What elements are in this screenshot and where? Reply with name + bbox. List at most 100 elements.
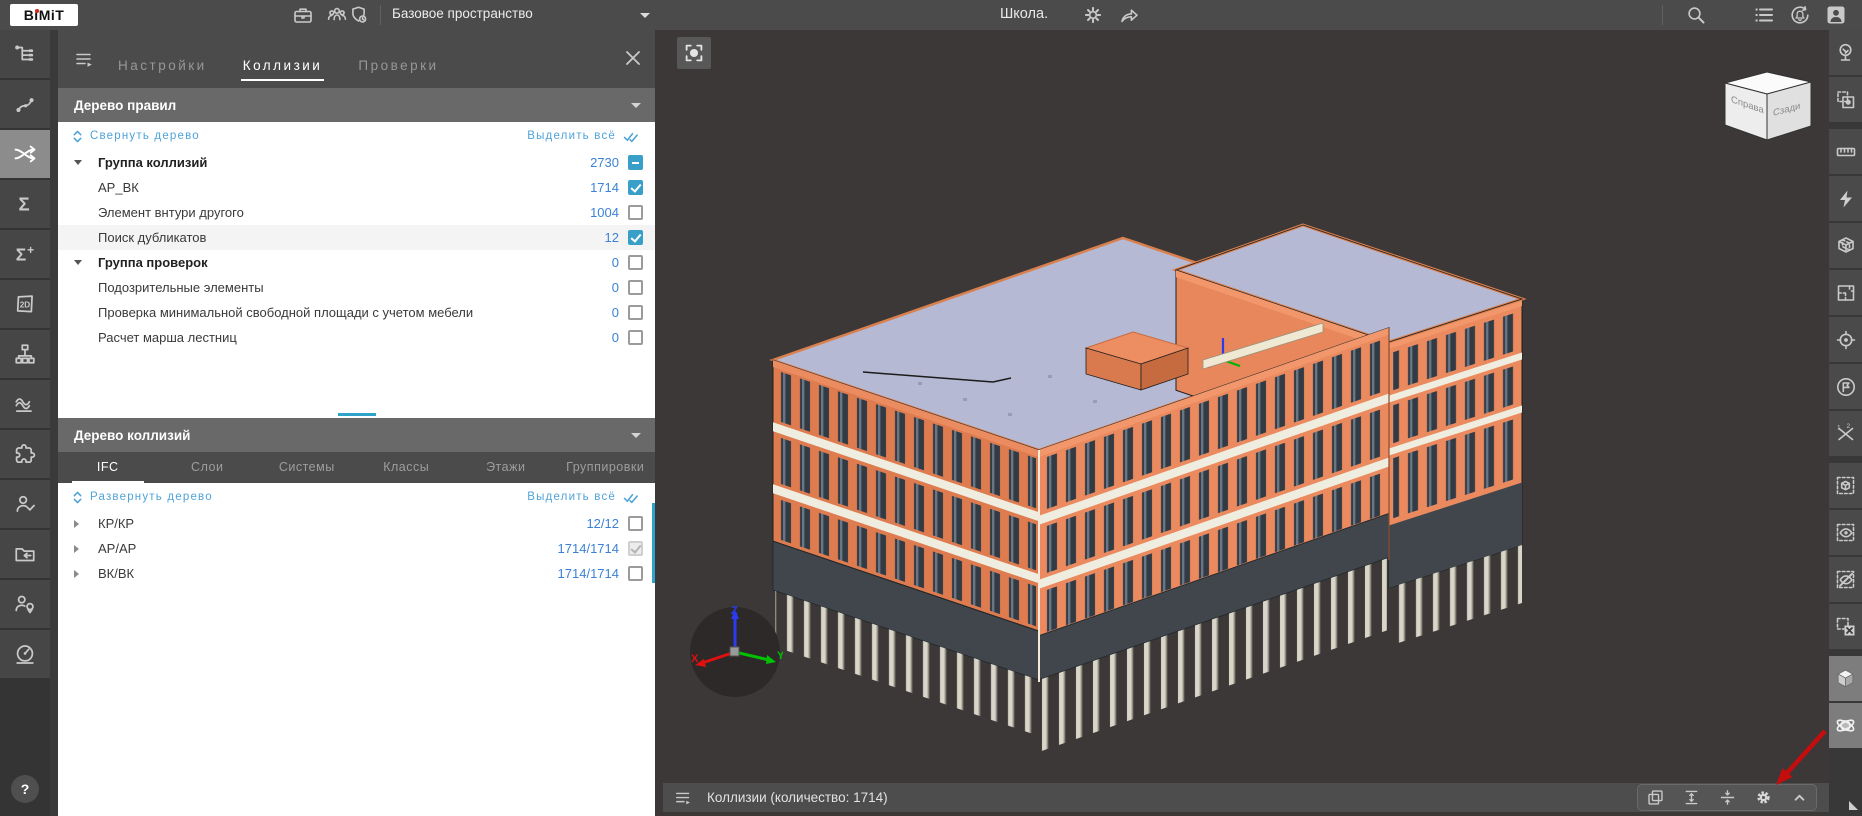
account-icon[interactable] (1825, 4, 1847, 26)
tab-checks[interactable]: Проверки (356, 38, 440, 81)
folder-import-icon[interactable] (0, 530, 50, 578)
rules-tree-row[interactable]: Подозрительные элементы 0 (58, 275, 655, 300)
rules-tree-header[interactable]: Дерево правил (58, 88, 655, 122)
panel-resize-handle[interactable] (338, 413, 376, 416)
panel-menu-icon[interactable] (74, 49, 96, 71)
rule-checkbox[interactable] (628, 230, 643, 245)
team-icon[interactable] (326, 4, 348, 26)
rules-tree-row[interactable]: Группа коллизий 2730 (58, 150, 655, 175)
sum-icon[interactable]: Σ (0, 180, 50, 228)
search-icon[interactable] (1685, 4, 1707, 26)
collisions-tree-row[interactable]: ВК/ВК 1714/1714 (58, 561, 655, 586)
rule-checkbox[interactable] (628, 180, 643, 195)
clear-selection-icon[interactable] (1829, 604, 1862, 649)
copy-icon[interactable] (1644, 787, 1666, 809)
close-icon[interactable] (625, 50, 641, 66)
expand-tree-link[interactable]: Развернуть дерево (72, 490, 213, 505)
path-nodes-icon[interactable] (0, 80, 50, 128)
chevron-down-icon[interactable] (631, 103, 641, 108)
rules-tree-row[interactable]: Расчет марша лестниц 0 (58, 325, 655, 350)
tab-collisions[interactable]: Коллизии (241, 38, 325, 81)
tab-floors[interactable]: Этажи (456, 452, 556, 483)
workspace-selector[interactable]: Базовое пространство (392, 6, 533, 21)
rules-tree-row[interactable]: Поиск дубликатов 12 (58, 225, 655, 250)
rule-checkbox[interactable] (628, 205, 643, 220)
caret-down-icon[interactable] (74, 260, 88, 265)
briefcase-icon[interactable] (292, 4, 314, 26)
dashboard-icon[interactable] (0, 630, 50, 678)
panel-scrollbar[interactable] (652, 503, 655, 583)
rules-tree-row[interactable]: Группа проверок 0 (58, 250, 655, 275)
viewport-3d[interactable]: Справа Сзади Z X Y Коллизии (количество:… (663, 30, 1829, 816)
node-checkbox[interactable] (628, 541, 643, 556)
help-button[interactable]: ? (11, 775, 39, 803)
collisions-tree-row[interactable]: КР/КР 12/12 (58, 511, 655, 536)
ruler-icon[interactable] (1829, 129, 1862, 174)
shield-icon[interactable] (348, 4, 370, 26)
node-checkbox[interactable] (628, 566, 643, 581)
rule-checkbox[interactable] (628, 255, 643, 270)
rules-tree-row[interactable]: Проверка минимальной свободной площади с… (58, 300, 655, 325)
hide-eye-icon[interactable] (1829, 557, 1862, 602)
list-icon[interactable] (1753, 4, 1775, 26)
select-all-link[interactable]: Выделить всё (527, 130, 641, 143)
tab-ifc[interactable]: IFC (58, 452, 158, 483)
rule-checkbox[interactable] (628, 330, 643, 345)
flag-icon[interactable] (1829, 364, 1862, 409)
tab-groupings[interactable]: Группировки (556, 452, 656, 483)
plugins-icon[interactable] (0, 430, 50, 478)
floor-plan-icon[interactable] (1829, 270, 1862, 315)
flash-icon[interactable] (1829, 176, 1862, 221)
caret-right-icon[interactable] (74, 545, 88, 553)
select-similar-icon[interactable] (1829, 77, 1862, 122)
dimensions-icon[interactable]: 12 (1829, 411, 1862, 456)
rule-checkbox[interactable] (628, 155, 643, 170)
scheme-icon[interactable] (0, 330, 50, 378)
app-logo[interactable]: BiMiT (10, 4, 78, 26)
status-menu-icon[interactable] (673, 787, 695, 809)
show-eye-icon[interactable] (1829, 510, 1862, 555)
rules-tree-row[interactable]: Элемент внтури другого 1004 (58, 200, 655, 225)
tab-layers[interactable]: Слои (158, 452, 258, 483)
caret-down-icon[interactable] (74, 160, 88, 165)
user-check-icon[interactable] (0, 480, 50, 528)
chevron-down-icon[interactable] (640, 13, 650, 18)
settings-gear-icon[interactable] (1082, 4, 1104, 26)
user-location-icon[interactable] (0, 580, 50, 628)
section-box-icon[interactable] (1829, 223, 1862, 268)
navigation-cube[interactable]: Справа Сзади (1721, 68, 1831, 148)
clash-detection-icon[interactable] (0, 130, 50, 178)
notifications-icon[interactable] (1789, 4, 1811, 26)
rule-label: АР_ВК (88, 180, 590, 195)
tree-icon[interactable] (1829, 30, 1862, 75)
share-icon[interactable] (1118, 4, 1140, 26)
axis-gizmo[interactable]: Z X Y (687, 602, 783, 698)
sum-add-icon[interactable]: Σ+ (0, 230, 50, 278)
locate-icon[interactable] (1829, 317, 1862, 362)
node-checkbox[interactable] (628, 516, 643, 531)
split-icon[interactable] (1716, 787, 1738, 809)
chevron-down-icon[interactable] (631, 433, 641, 438)
model-tree-icon[interactable] (0, 30, 50, 78)
fit-view-button[interactable] (677, 37, 711, 69)
tab-classes[interactable]: Классы (357, 452, 457, 483)
node-count: 1714/1714 (558, 566, 619, 581)
select-all-link[interactable]: Выделить всё (527, 491, 641, 504)
collisions-tree-header[interactable]: Дерево коллизий (58, 418, 655, 452)
rule-checkbox[interactable] (628, 305, 643, 320)
isolate-icon[interactable] (1829, 463, 1862, 508)
rule-checkbox[interactable] (628, 280, 643, 295)
tab-systems[interactable]: Системы (257, 452, 357, 483)
tab-settings[interactable]: Настройки (116, 38, 209, 81)
caret-right-icon[interactable] (74, 570, 88, 578)
view-2d-icon[interactable]: 2D (0, 280, 50, 328)
rules-tree-row[interactable]: АР_ВК 1714 (58, 175, 655, 200)
row-height-icon[interactable] (1680, 787, 1702, 809)
resize-grip-icon[interactable] (1849, 801, 1858, 810)
caret-right-icon[interactable] (74, 520, 88, 528)
charts-icon[interactable] (0, 380, 50, 428)
collisions-tree-row[interactable]: АР/АР 1714/1714 (58, 536, 655, 561)
cube-view-icon[interactable] (1829, 656, 1862, 701)
collapse-tree-link[interactable]: Свернуть дерево (72, 129, 200, 144)
orbit-icon[interactable] (1829, 703, 1862, 748)
